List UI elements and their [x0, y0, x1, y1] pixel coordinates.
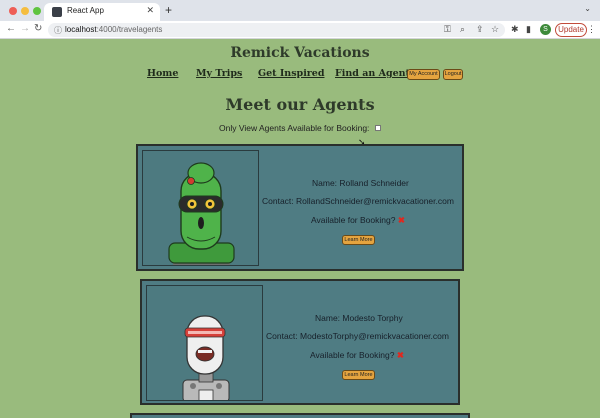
zoom-search-icon[interactable]: ⌕	[460, 24, 465, 35]
extensions-icon[interactable]: ✱	[511, 24, 519, 35]
minimize-window-button[interactable]	[21, 7, 29, 15]
back-icon[interactable]: ←	[6, 23, 16, 34]
nav-home-link[interactable]: Home	[147, 68, 178, 79]
agent-name: Name: Rolland Schneider	[312, 178, 409, 188]
update-button[interactable]: Update	[555, 23, 587, 37]
bookmark-star-icon[interactable]: ☆	[491, 24, 499, 35]
learn-more-button[interactable]: Learn More	[342, 235, 375, 245]
side-panel-icon[interactable]: ▮	[526, 24, 531, 35]
filter-label: Only View Agents Available for Booking:	[219, 123, 370, 133]
my-account-button[interactable]: My Account	[407, 69, 440, 80]
available-filter-checkbox[interactable]	[375, 125, 381, 131]
browser-tab-bar: React App ✕ + ⌄	[0, 0, 600, 21]
unavailable-x-icon: ✖	[396, 350, 404, 360]
logout-button[interactable]: Logout	[443, 69, 463, 80]
maximize-window-button[interactable]	[33, 7, 41, 15]
agent-availability: Available for Booking? ✖	[310, 350, 404, 360]
profile-avatar[interactable]: S	[540, 24, 551, 35]
url-field[interactable]: ⓘ localhost:4000/travelagents ⚿ ⌕ ⇪ ☆	[48, 23, 505, 37]
white-robot-icon	[182, 315, 230, 400]
close-tab-icon[interactable]: ✕	[146, 5, 154, 16]
agent-card	[130, 413, 470, 418]
agent-contact: Contact: ModestoTorphy@remickvacationer.…	[266, 331, 449, 341]
nav-find-agent-link[interactable]: Find an Agent	[335, 68, 410, 79]
password-key-icon[interactable]: ⚿	[444, 24, 451, 35]
agent-name: Name: Modesto Torphy	[315, 313, 403, 323]
tab-search-chevron-icon[interactable]: ⌄	[584, 4, 591, 13]
page-heading: Meet our Agents	[225, 95, 375, 114]
favicon-icon	[52, 7, 62, 17]
browser-tab[interactable]: React App ✕	[44, 3, 160, 21]
reload-icon[interactable]: ↻	[34, 23, 42, 34]
agent-avatar-image	[146, 285, 263, 401]
nav-get-inspired-link[interactable]: Get Inspired	[258, 68, 325, 79]
browser-menu-icon[interactable]: ⋮	[587, 24, 596, 35]
unavailable-x-icon: ✖	[397, 215, 405, 225]
agent-card: Name: Modesto Torphy Contact: ModestoTor…	[140, 279, 460, 405]
share-icon[interactable]: ⇪	[476, 24, 484, 35]
green-robot-icon	[168, 162, 235, 265]
tab-title: React App	[67, 6, 104, 15]
agent-avatar-image	[142, 150, 259, 266]
nav-my-trips-link[interactable]: My Trips	[196, 68, 242, 79]
site-title: Remick Vacations	[230, 45, 370, 61]
new-tab-button[interactable]: +	[165, 3, 172, 17]
learn-more-button[interactable]: Learn More	[342, 370, 375, 380]
close-window-button[interactable]	[9, 7, 17, 15]
agent-availability: Available for Booking? ✖	[311, 215, 405, 225]
url-text: localhost:4000/travelagents	[65, 25, 163, 34]
site-info-icon[interactable]: ⓘ	[54, 25, 62, 36]
forward-icon[interactable]: →	[20, 23, 30, 34]
agent-contact: Contact: RollandSchneider@remickvacation…	[262, 196, 454, 206]
agent-card: Name: Rolland Schneider Contact: Rolland…	[136, 144, 464, 271]
address-bar: ← → ↻ ⓘ localhost:4000/travelagents ⚿ ⌕ …	[0, 21, 600, 39]
page: Remick Vacations Home My Trips Get Inspi…	[0, 39, 600, 418]
